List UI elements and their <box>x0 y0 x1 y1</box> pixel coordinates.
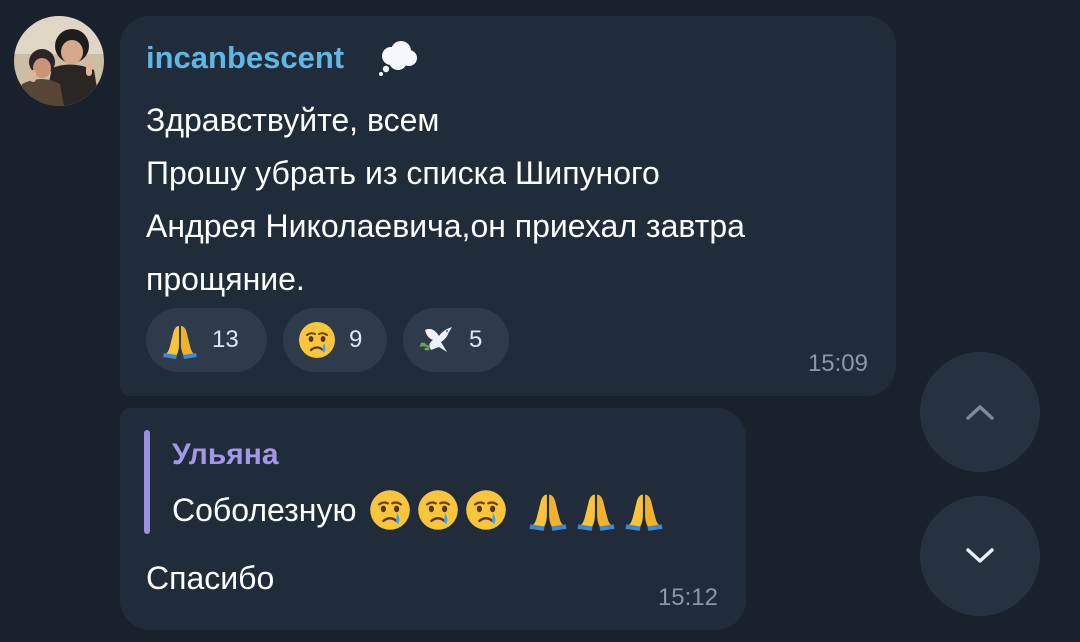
crying-face-icon <box>464 488 508 532</box>
sender-avatar[interactable] <box>14 16 104 106</box>
thought-bubble-icon[interactable] <box>376 38 420 83</box>
chevron-down-icon <box>966 548 994 563</box>
scroll-down-button[interactable] <box>920 496 1040 616</box>
avatar-photo <box>14 16 104 106</box>
crying-face-icon <box>368 488 412 532</box>
reaction-folded-hands[interactable]: 13 <box>146 308 267 372</box>
crying-face-icon <box>416 488 460 532</box>
folded-hands-icon <box>622 488 666 532</box>
reaction-count: 5 <box>469 326 483 353</box>
folded-hands-icon <box>160 320 200 360</box>
quoted-text: Соболезную <box>172 491 357 528</box>
message-timestamp: 15:12 <box>657 584 718 611</box>
reaction-crying-face[interactable]: 9 <box>283 308 387 372</box>
folded-hands-icon <box>574 488 618 532</box>
crying-face-icon <box>297 320 337 360</box>
quoted-author[interactable]: Ульяна <box>172 438 279 472</box>
message-text: Здравствуйте, всем Прошу убрать из списк… <box>146 102 745 297</box>
dove-icon <box>417 320 457 360</box>
sender-name[interactable]: incanbescent <box>146 40 344 76</box>
reaction-dove[interactable]: 5 <box>403 308 509 372</box>
message-text: Спасибо <box>146 560 275 596</box>
reaction-count: 9 <box>349 326 363 353</box>
message-bubble-reply[interactable]: Ульяна Соболезную Спасибо 15:12 <box>120 408 746 630</box>
message-bubble-incoming[interactable]: incanbescent Здравствуйте, всем Прошу уб… <box>120 16 896 396</box>
reaction-count: 13 <box>212 326 239 353</box>
scroll-up-button[interactable] <box>920 352 1040 472</box>
folded-hands-icon <box>526 488 570 532</box>
quote-bar <box>144 430 150 534</box>
chevron-up-icon <box>966 405 994 420</box>
quoted-message[interactable]: Соболезную <box>172 488 670 532</box>
quoted-emojis <box>368 488 670 532</box>
message-timestamp: 15:09 <box>807 350 868 377</box>
